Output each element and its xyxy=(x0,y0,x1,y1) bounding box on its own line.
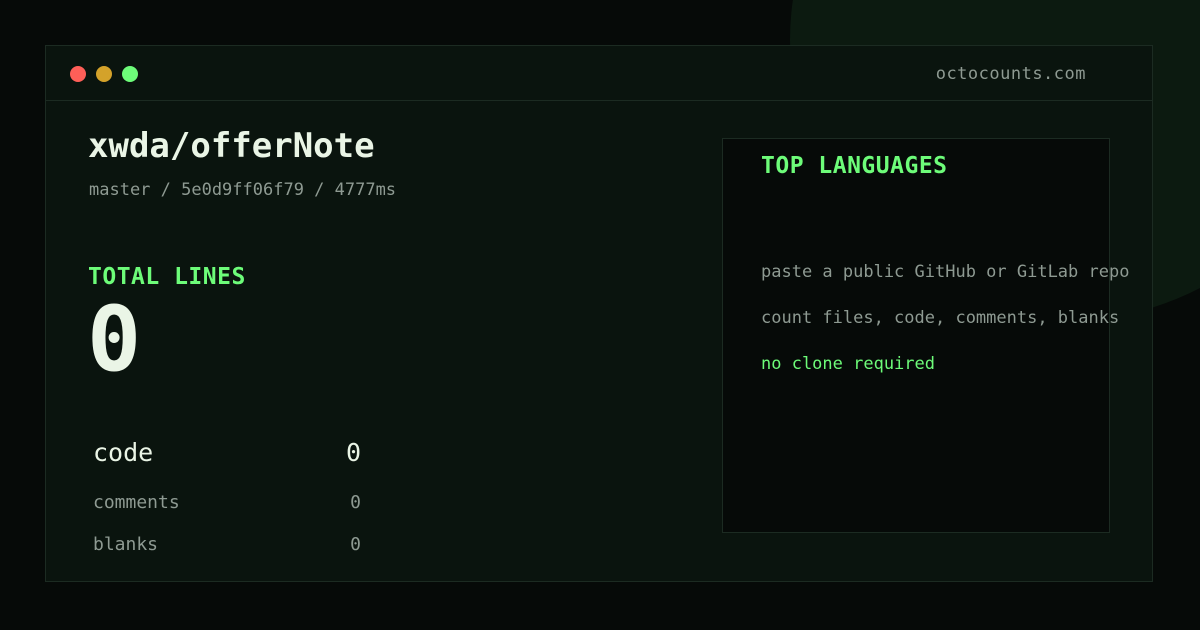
minimize-dot-icon xyxy=(96,66,112,82)
stat-label: blanks xyxy=(93,534,159,555)
repo-title: xwda/offerNote xyxy=(88,126,375,166)
top-languages-panel: TOP LANGUAGES paste a public GitHub or G… xyxy=(722,138,1129,533)
close-dot-icon xyxy=(70,66,86,82)
repo-meta: master / 5e0d9ff06f79 / 4777ms xyxy=(89,180,397,200)
stat-value: 0 xyxy=(345,438,361,467)
stat-value: 0 xyxy=(350,492,361,513)
total-lines-value: 0 xyxy=(87,287,142,392)
og-card: octocounts.com xwda/offerNote master / 5… xyxy=(0,0,1200,630)
hint-line: count files, code, comments, blanks xyxy=(761,308,1120,328)
hint-line: paste a public GitHub or GitLab repo xyxy=(761,262,1130,282)
top-languages-title: TOP LANGUAGES xyxy=(761,153,948,179)
window-titlebar: octocounts.com xyxy=(46,46,1152,101)
hint-line-accent: no clone required xyxy=(761,354,935,374)
stat-label: comments xyxy=(93,492,180,513)
stat-value: 0 xyxy=(350,534,361,555)
maximize-dot-icon xyxy=(122,66,138,82)
stat-label: code xyxy=(93,438,154,467)
terminal-window: octocounts.com xwda/offerNote master / 5… xyxy=(45,45,1153,582)
site-domain: octocounts.com xyxy=(935,64,1086,84)
